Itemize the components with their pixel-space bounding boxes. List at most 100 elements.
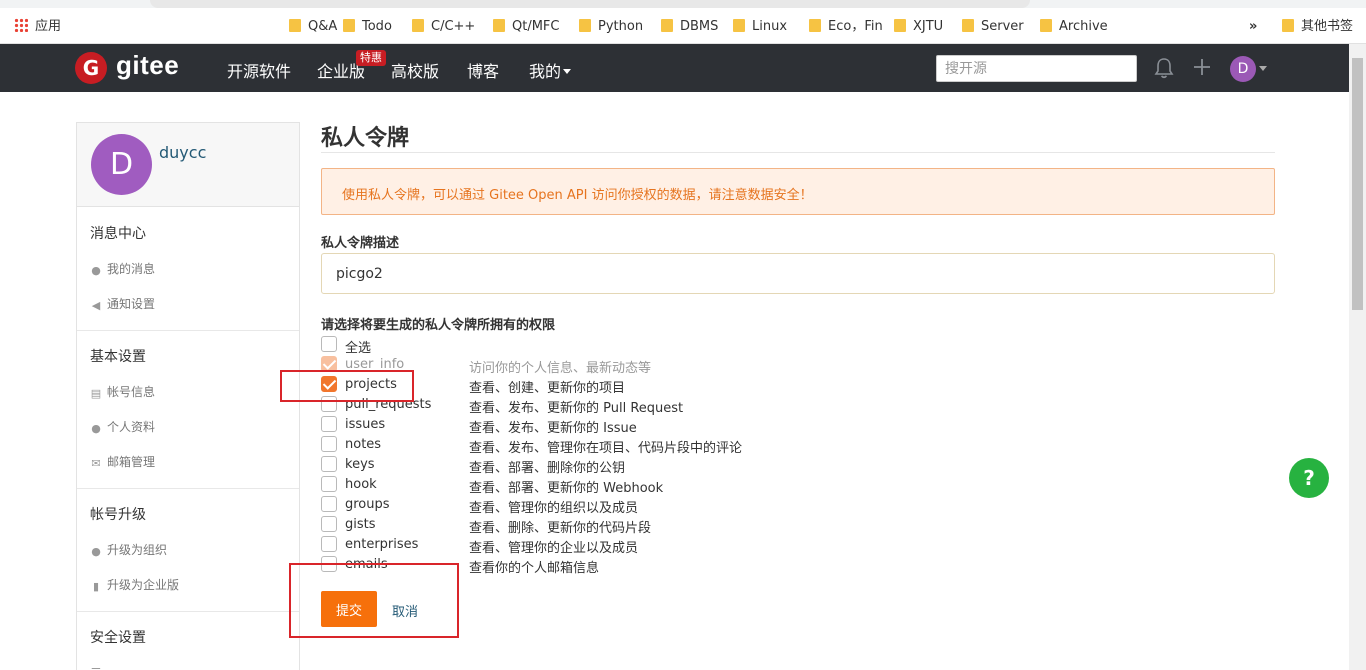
permission-checkbox[interactable] [321, 416, 337, 432]
select-all-checkbox[interactable] [321, 336, 337, 352]
bell-icon[interactable] [1154, 57, 1174, 79]
chevron-down-icon [563, 69, 572, 74]
promo-badge: 特惠 [356, 50, 386, 66]
user-avatar[interactable]: D [1230, 56, 1256, 82]
gitee-logo-text[interactable]: gitee [116, 50, 179, 81]
folder-icon [289, 19, 301, 32]
permission-checkbox[interactable] [321, 496, 337, 512]
speaker-icon: ◀ [91, 299, 101, 312]
permission-name: hook [345, 477, 377, 492]
nav-blog[interactable]: 博客 [467, 58, 499, 82]
permission-checkbox[interactable] [321, 436, 337, 452]
bookmark-folder[interactable]: DBMS [661, 18, 718, 36]
bookmark-folder[interactable]: Todo [343, 18, 392, 36]
site-header: G gitee 开源软件 企业版 特惠 高校版 博客 我的 D [0, 44, 1366, 92]
nav-open-source[interactable]: 开源软件 [227, 58, 291, 82]
apps-icon [14, 18, 28, 32]
folder-icon [412, 19, 424, 32]
permission-name: gists [345, 517, 376, 532]
permissions-label: 请选择将要生成的私人令牌所拥有的权限 [321, 318, 556, 333]
permission-name: notes [345, 437, 382, 452]
permission-row-hook[interactable]: hook 查看、部署、更新你的 Webhook [321, 476, 821, 496]
folder-icon [661, 19, 673, 32]
user-icon: ● [91, 422, 101, 435]
other-bookmarks[interactable]: 其他书签 [1282, 18, 1353, 36]
bookmark-folder[interactable]: Python [579, 18, 643, 36]
security-alert: 使用私人令牌，可以通过 Gitee Open API 访问你授权的数据，请注意数… [321, 168, 1275, 215]
gitee-logo-icon[interactable]: G [75, 52, 107, 84]
permission-description: 查看、管理你的企业以及成员 [469, 541, 639, 556]
sidebar-item-partial[interactable]: ▬ [90, 661, 107, 670]
sidebar-item-account-info[interactable]: ▤ 帐号信息 [90, 383, 155, 400]
folder-icon [809, 19, 821, 32]
permission-description: 查看你的个人邮箱信息 [469, 561, 600, 576]
permission-row-gists[interactable]: gists 查看、删除、更新你的代码片段 [321, 516, 821, 536]
bookmark-folder[interactable]: XJTU [894, 18, 943, 36]
bell-icon: ● [91, 264, 101, 277]
bookmark-folder[interactable]: Q&A [289, 18, 337, 36]
permission-row-issues[interactable]: issues 查看、发布、更新你的 Issue [321, 416, 821, 436]
settings-sidebar: D duycc 消息中心 ● 我的消息 ◀ 通知设置 基本设置 ▤ 帐号信息 ● 个人资… [76, 122, 300, 670]
bookmark-folder[interactable]: Server [962, 18, 1024, 36]
sidebar-item-upgrade-organization[interactable]: ● 升级为组织 [90, 541, 167, 558]
permission-description: 查看、管理你的组织以及成员 [469, 501, 639, 516]
permission-description: 查看、删除、更新你的代码片段 [469, 521, 652, 536]
page-title: 私人令牌 [321, 126, 410, 151]
folder-icon [579, 19, 591, 32]
permission-checkbox[interactable] [321, 456, 337, 472]
permission-checkbox[interactable] [321, 536, 337, 552]
avatar[interactable]: D [91, 134, 152, 195]
bookmark-folder[interactable]: C/C++ [412, 18, 475, 36]
bookmark-folder[interactable]: Archive [1040, 18, 1108, 36]
chevron-down-icon[interactable] [1259, 66, 1267, 71]
divider [321, 152, 1275, 153]
folder-icon [733, 19, 745, 32]
folder-icon [343, 19, 355, 32]
permission-name: enterprises [345, 537, 419, 552]
more-bookmarks-button[interactable]: » [1249, 18, 1257, 36]
nav-mine[interactable]: 我的 [529, 58, 572, 82]
permission-row-notes[interactable]: notes 查看、发布、管理你在项目、代码片段中的评论 [321, 436, 821, 456]
permission-row-enterprises[interactable]: enterprises 查看、管理你的企业以及成员 [321, 536, 821, 556]
section-messages: 消息中心 [90, 226, 146, 242]
username-link[interactable]: duycc [159, 143, 206, 162]
divider [77, 611, 299, 612]
sidebar-item-profile[interactable]: ● 个人资料 [90, 418, 155, 435]
folder-icon [493, 19, 505, 32]
sidebar-item-notification-settings[interactable]: ◀ 通知设置 [90, 295, 155, 312]
scrollbar-thumb[interactable] [1352, 58, 1363, 310]
list-icon: ▬ [90, 664, 102, 670]
nav-education[interactable]: 高校版 [391, 58, 439, 82]
permission-description: 查看、部署、更新你的 Webhook [469, 481, 664, 496]
folder-icon [894, 19, 906, 32]
bookmark-folder[interactable]: Linux [733, 18, 787, 36]
sidebar-item-upgrade-enterprise[interactable]: ▮ 升级为企业版 [90, 576, 179, 593]
folder-icon [1040, 19, 1052, 32]
sidebar-item-my-messages[interactable]: ● 我的消息 [90, 260, 155, 277]
permission-name: keys [345, 457, 375, 472]
envelope-icon: ✉ [91, 457, 101, 470]
permission-description: 查看、发布、管理你在项目、代码片段中的评论 [469, 441, 743, 456]
token-description-input[interactable] [321, 253, 1275, 294]
users-icon: ● [91, 545, 101, 558]
divider [77, 488, 299, 489]
permission-description: 查看、创建、更新你的项目 [469, 381, 626, 396]
permission-description: 查看、部署、删除你的公钥 [469, 461, 626, 476]
sidebar-item-email-management[interactable]: ✉ 邮箱管理 [90, 453, 155, 470]
bookmark-folder[interactable]: Qt/MFC [493, 18, 559, 36]
permission-row-keys[interactable]: keys 查看、部署、删除你的公钥 [321, 456, 821, 476]
plus-icon[interactable] [1192, 57, 1212, 77]
annotation-box [289, 563, 459, 638]
annotation-box [280, 370, 414, 402]
address-bar[interactable] [150, 0, 1030, 8]
permission-checkbox[interactable] [321, 476, 337, 492]
select-all-row[interactable]: 全选 [321, 336, 821, 356]
permission-row-groups[interactable]: groups 查看、管理你的组织以及成员 [321, 496, 821, 516]
search-input[interactable] [936, 55, 1137, 82]
permission-checkbox[interactable] [321, 516, 337, 532]
help-button[interactable]: ? [1289, 458, 1329, 498]
bookmark-folder[interactable]: Eco，Fin [809, 18, 883, 36]
bookmark-apps[interactable]: 应用 [14, 18, 61, 36]
token-description-label: 私人令牌描述 [321, 236, 400, 251]
sidebar-user-card: D duycc [77, 123, 299, 207]
